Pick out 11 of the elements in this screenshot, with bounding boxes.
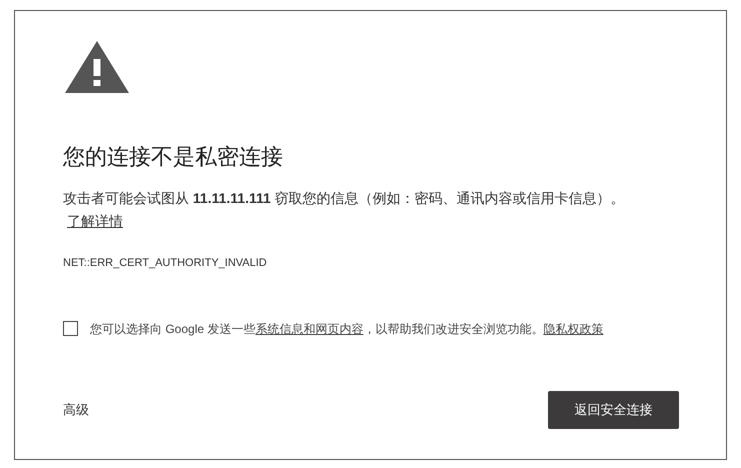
back-button[interactable]: 返回安全连接 [548,391,679,429]
error-code: NET::ERR_CERT_AUTHORITY_INVALID [63,256,268,271]
link[interactable]: 系统信息和网页内容 [255,322,364,336]
warning-icon [63,39,131,95]
advanced-button[interactable]: 高级 [63,400,89,420]
description-text: 攻击者可能会试图从 11.11.11.111 窃取您的信息（例如：密码、通讯内容或信用卡信息）。 了解详情 [63,189,626,231]
page-heading: 您的连接不是私密连接 [63,143,284,171]
learn-more-link[interactable]: 了解详情 [67,213,123,229]
link[interactable]: 隐私权政策 [543,322,604,336]
report-option-text: 您可以选择向 Google 发送一些系统信息和网页内容，以帮助我们改进安全浏览功能。隐私权政策 [90,320,604,338]
checkbox[interactable] [63,321,78,336]
